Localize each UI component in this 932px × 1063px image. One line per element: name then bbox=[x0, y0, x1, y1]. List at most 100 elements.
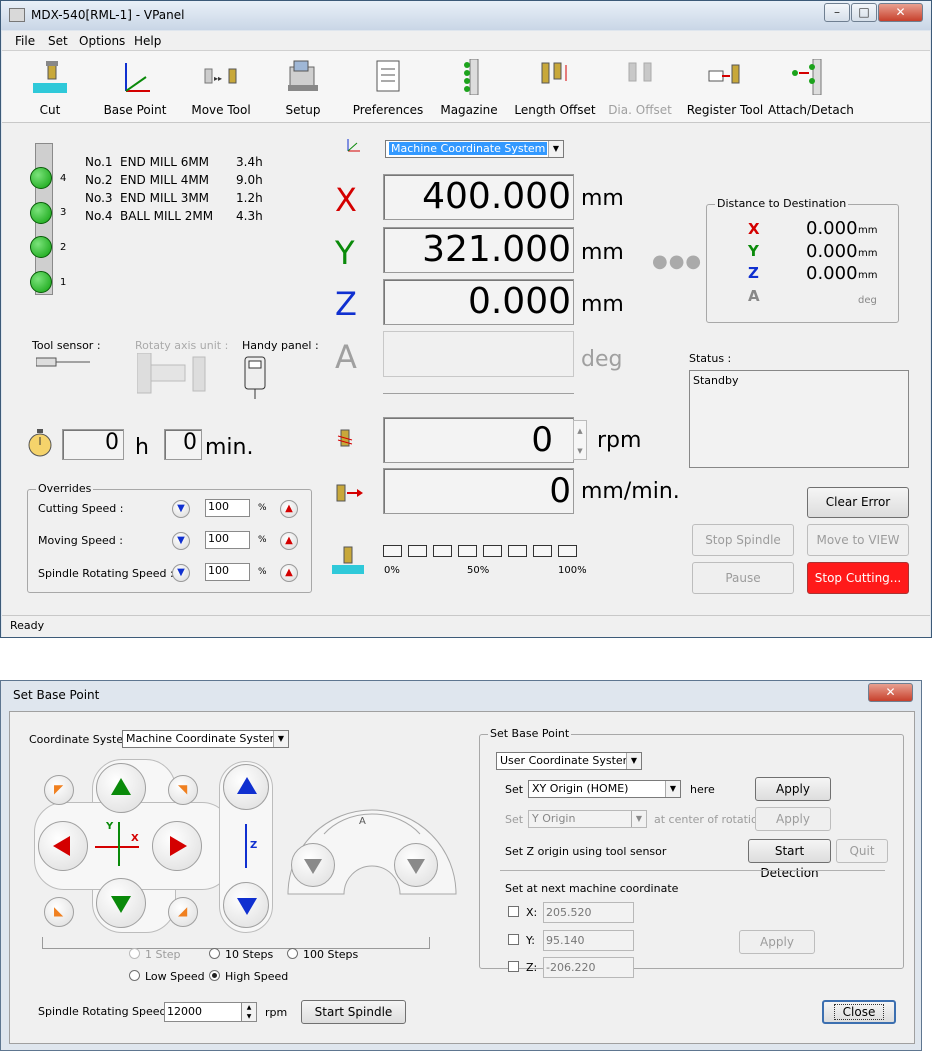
stop-spindle-button[interactable]: Stop Spindle bbox=[692, 524, 794, 556]
dialog-close-button[interactable]: Close bbox=[822, 1000, 896, 1024]
magazine-button[interactable]: Magazine bbox=[437, 53, 501, 121]
set1-label: Set bbox=[505, 783, 524, 796]
y-coord-input[interactable]: 95.140 bbox=[543, 930, 634, 951]
length-offset-label: Length Offset bbox=[514, 103, 596, 117]
close-button[interactable]: ✕ bbox=[878, 3, 923, 22]
maximize-button[interactable]: □ bbox=[851, 3, 877, 22]
apply-rotation-button[interactable]: Apply bbox=[755, 807, 831, 831]
dialog-spindle-input[interactable]: 12000 bbox=[164, 1002, 242, 1022]
z-checkbox[interactable] bbox=[508, 961, 519, 972]
length-offset-button[interactable]: Length Offset bbox=[513, 53, 597, 121]
tool-sensor-label: Tool sensor : bbox=[32, 339, 101, 352]
tool-row: No.2 END MILL 4MM 9.0h bbox=[85, 171, 263, 189]
move-to-view-button[interactable]: Move to VIEW bbox=[807, 524, 909, 556]
menu-file[interactable]: File bbox=[15, 34, 35, 48]
dialog-title: Set Base Point bbox=[13, 688, 100, 702]
spindle-speed-display: 0 bbox=[383, 417, 574, 463]
moving-speed-up-button[interactable]: ▲ bbox=[280, 532, 298, 550]
rotary-unit-label: Rotaty axis unit : bbox=[135, 339, 229, 352]
rotation-origin-select[interactable]: Y Origin ▼ bbox=[528, 810, 647, 828]
arrow-down-icon bbox=[111, 896, 131, 913]
arrow-down-icon bbox=[407, 859, 425, 874]
high-speed-radio[interactable] bbox=[209, 970, 220, 981]
jog-x-minus-button[interactable] bbox=[38, 821, 88, 871]
progress-0-label: 0% bbox=[384, 565, 400, 576]
spindle-speed-down-button[interactable]: ▼ bbox=[172, 564, 190, 582]
jog-z-minus-button[interactable] bbox=[223, 882, 269, 928]
cutting-speed-input[interactable]: 100 bbox=[205, 499, 250, 517]
menu-help[interactable]: Help bbox=[134, 34, 161, 48]
jog-y-plus-button[interactable] bbox=[96, 763, 146, 813]
jog-diag-down-left-button[interactable]: ◣ bbox=[44, 897, 74, 927]
dist-y-label: Y bbox=[748, 242, 759, 260]
base-point-button[interactable]: Base Point bbox=[97, 53, 173, 121]
user-coordinate-select[interactable]: User Coordinate System ▼ bbox=[496, 752, 642, 770]
z-coord-input[interactable]: -206.220 bbox=[543, 957, 634, 978]
moving-speed-input[interactable]: 100 bbox=[205, 531, 250, 549]
moving-speed-down-button[interactable]: ▼ bbox=[172, 532, 190, 550]
apply-origin-button[interactable]: Apply bbox=[755, 777, 831, 801]
preferences-icon bbox=[376, 60, 400, 92]
x-checkbox[interactable] bbox=[508, 906, 519, 917]
spindle-speed-up-button[interactable]: ▲ bbox=[280, 564, 298, 582]
dialog-coordinate-select[interactable]: Machine Coordinate System ▼ bbox=[122, 730, 289, 748]
status-bar-text: Ready bbox=[10, 619, 45, 632]
origin-select[interactable]: XY Origin (HOME) ▼ bbox=[528, 780, 681, 798]
step-100-label: 100 Steps bbox=[303, 948, 359, 961]
move-tool-button[interactable]: ▸▸ Move Tool bbox=[183, 53, 259, 121]
coordinate-system-select[interactable]: Machine Coordinate System ▼ bbox=[385, 140, 564, 158]
z-position-display: 0.000 bbox=[383, 279, 574, 325]
step-100-radio[interactable] bbox=[287, 948, 298, 959]
progress-bar bbox=[383, 541, 577, 559]
minimize-button[interactable]: – bbox=[824, 3, 850, 22]
jog-a-minus-button[interactable] bbox=[291, 843, 335, 887]
slot-4-led bbox=[30, 167, 52, 189]
arrow-down-icon bbox=[237, 898, 257, 915]
low-speed-radio[interactable] bbox=[129, 970, 140, 981]
title-bar: MDX-540[RML-1] - VPanel – □ ✕ bbox=[1, 1, 931, 30]
vpanel-window: MDX-540[RML-1] - VPanel – □ ✕ File Set O… bbox=[0, 0, 932, 638]
jog-x-plus-button[interactable] bbox=[152, 821, 202, 871]
dialog-spindle-spinner[interactable]: ▲ ▼ bbox=[241, 1002, 257, 1022]
handy-panel-label: Handy panel : bbox=[242, 339, 319, 352]
jog-diag-up-left-button[interactable]: ◤ bbox=[44, 775, 74, 805]
quit-button[interactable]: Quit bbox=[836, 839, 888, 863]
feed-rate-display: 0 bbox=[383, 468, 574, 514]
jog-a-plus-button[interactable] bbox=[394, 843, 438, 887]
tool-no: No.2 bbox=[85, 173, 113, 187]
x-coord-input[interactable]: 205.520 bbox=[543, 902, 634, 923]
dialog-close-x-button[interactable]: ✕ bbox=[868, 683, 913, 702]
jog-diag-down-right-button[interactable]: ◢ bbox=[168, 897, 198, 927]
jog-y-minus-button[interactable] bbox=[96, 878, 146, 928]
step-1-radio[interactable] bbox=[129, 948, 140, 959]
jog-diag-up-right-button[interactable]: ◥ bbox=[168, 775, 198, 805]
apply-next-coord-button[interactable]: Apply bbox=[739, 930, 815, 954]
dia-offset-button[interactable]: Dia. Offset bbox=[605, 53, 675, 121]
pause-button[interactable]: Pause bbox=[692, 562, 794, 594]
menu-set[interactable]: Set bbox=[48, 34, 68, 48]
jog-z-plus-button[interactable] bbox=[223, 764, 269, 810]
arrow-right-icon bbox=[170, 836, 187, 856]
stop-cutting-button[interactable]: Stop Cutting... bbox=[807, 562, 909, 594]
progress-cell bbox=[558, 545, 577, 557]
cutting-speed-down-button[interactable]: ▼ bbox=[172, 500, 190, 518]
register-tool-button[interactable]: Register Tool bbox=[683, 53, 767, 121]
menu-options[interactable]: Options bbox=[79, 34, 125, 48]
arrow-diag-icon: ◤ bbox=[54, 782, 64, 796]
spindle-spinner[interactable]: ▲ ▼ bbox=[573, 420, 587, 460]
cutting-speed-up-button[interactable]: ▲ bbox=[280, 500, 298, 518]
setup-button[interactable]: Setup bbox=[268, 53, 338, 121]
set2-suffix: at center of rotation bbox=[654, 813, 765, 826]
y-checkbox[interactable] bbox=[508, 934, 519, 945]
spindle-speed-input[interactable]: 100 bbox=[205, 563, 250, 581]
start-spindle-button[interactable]: Start Spindle bbox=[301, 1000, 406, 1024]
attach-detach-button[interactable]: Attach/Detach bbox=[768, 53, 854, 121]
cut-button[interactable]: Cut bbox=[14, 53, 86, 121]
clear-error-button[interactable]: Clear Error bbox=[807, 487, 909, 518]
preferences-button[interactable]: Preferences bbox=[347, 53, 429, 121]
svg-text:▸▸: ▸▸ bbox=[214, 74, 222, 83]
step-10-radio[interactable] bbox=[209, 948, 220, 959]
start-detection-button[interactable]: Start Detection bbox=[748, 839, 831, 880]
jog-a-label: A bbox=[359, 816, 366, 827]
minutes-display: 0 bbox=[164, 429, 202, 460]
